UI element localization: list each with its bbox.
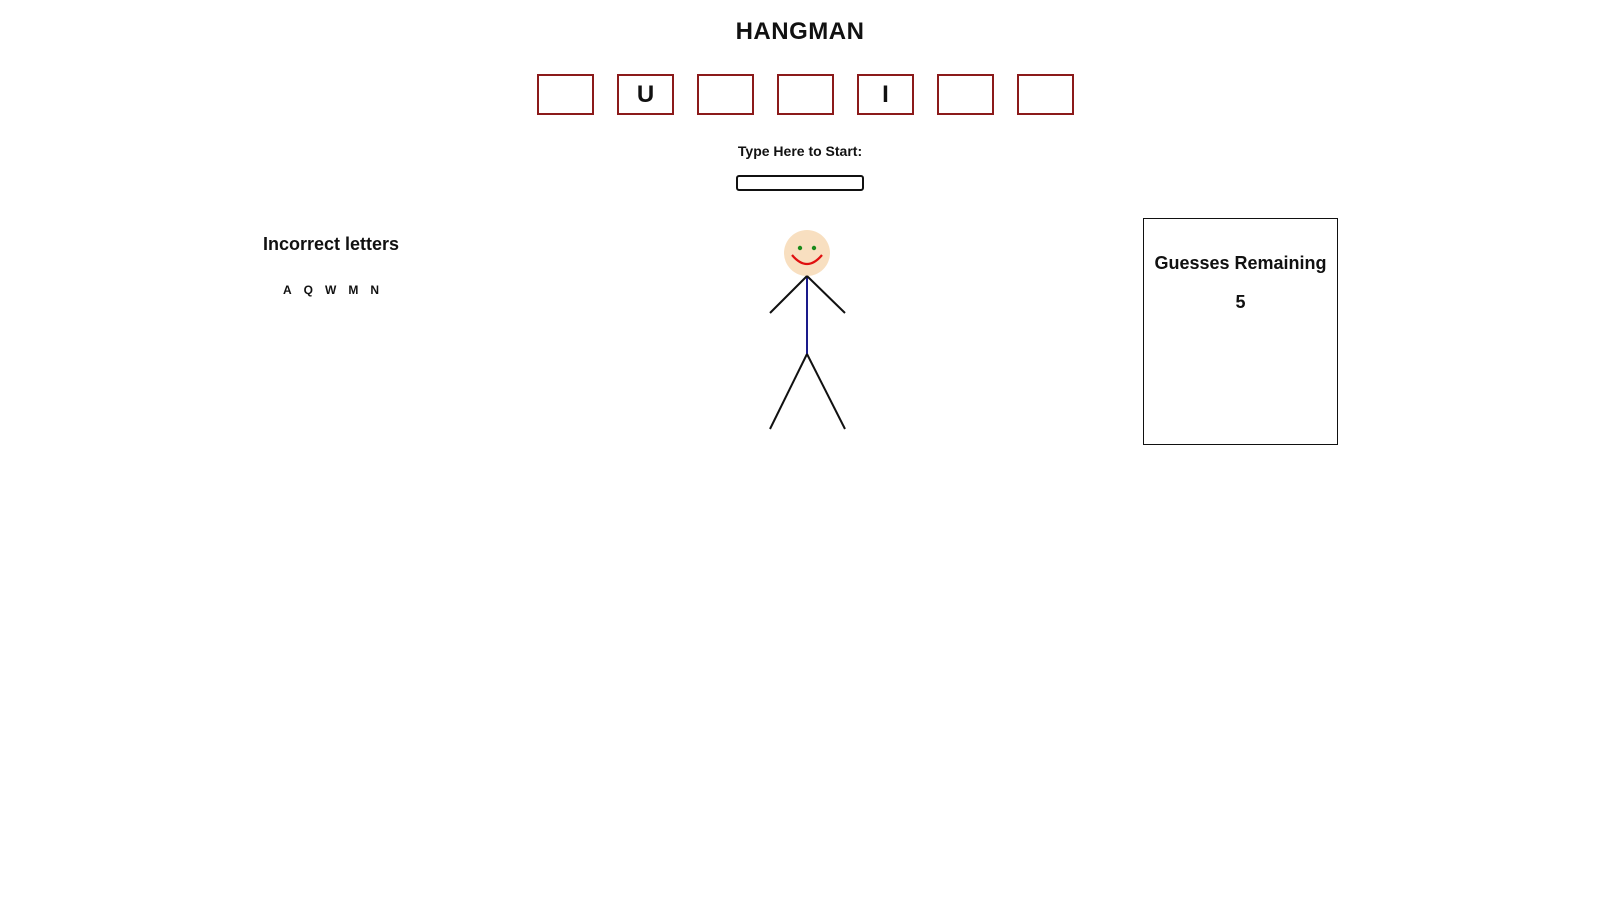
incorrect-letter: M — [348, 283, 359, 297]
guess-input[interactable] — [736, 175, 864, 191]
incorrect-letter: W — [325, 283, 337, 297]
figure-right-leg — [806, 353, 846, 430]
incorrect-letters-panel: Incorrect letters A Q W M N — [261, 234, 401, 297]
figure-left-arm — [769, 275, 808, 314]
incorrect-letters-title: Incorrect letters — [262, 234, 400, 254]
guesses-remaining-count: 5 — [1235, 292, 1246, 312]
letter-slot — [937, 74, 994, 115]
figure-right-arm — [806, 275, 846, 314]
incorrect-letters-list: A Q W M N — [261, 283, 401, 297]
figure-head — [784, 230, 830, 276]
hangman-game: HANGMAN U I Type Here to Start: Incorrec… — [0, 0, 1600, 900]
game-title: HANGMAN — [735, 18, 865, 45]
stick-figure-icon — [760, 230, 860, 430]
incorrect-letter: N — [370, 283, 379, 297]
letter-slot: I — [857, 74, 914, 115]
input-prompt: Type Here to Start: — [737, 143, 863, 159]
incorrect-letter: A — [282, 283, 292, 297]
guesses-remaining-panel: Guesses Remaining 5 — [1143, 218, 1338, 445]
letter-slot — [777, 74, 834, 115]
word-slots: U I — [537, 74, 1074, 115]
letter-slot — [537, 74, 594, 115]
letter-slot — [1017, 74, 1074, 115]
letter-slot — [697, 74, 754, 115]
figure-left-eye — [797, 245, 803, 251]
incorrect-letter: Q — [303, 283, 313, 297]
guesses-remaining-title: Guesses Remaining — [1154, 253, 1327, 273]
figure-left-leg — [769, 353, 808, 430]
figure-right-eye — [811, 245, 817, 251]
letter-slot: U — [617, 74, 674, 115]
